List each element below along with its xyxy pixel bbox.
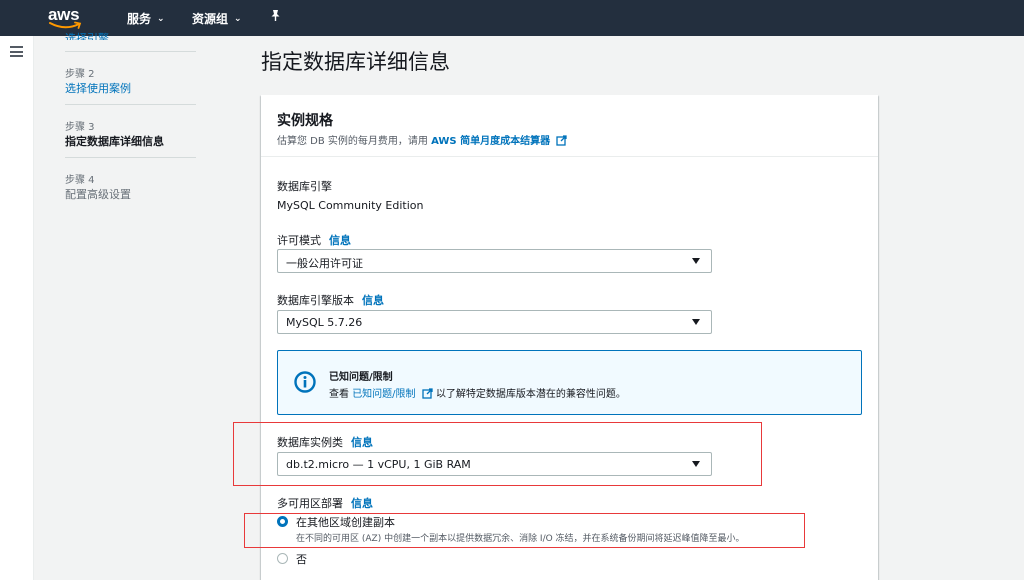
multi-az-label-text: 多可用区部署 [277,497,343,510]
instance-class-label-text: 数据库实例类 [277,436,343,449]
multi-az-label: 多可用区部署 信息 [277,495,373,511]
pin-icon[interactable] [270,9,281,22]
alert-suffix: 以了解特定数据库版本潜在的兼容性问题。 [435,389,626,400]
license-label: 许可模式 信息 [277,232,351,248]
aws-logo[interactable]: aws [48,5,88,32]
license-label-text: 许可模式 [277,234,321,247]
external-link-icon[interactable] [422,388,433,399]
resource-groups-menu[interactable]: 资源组 ⌄ [192,10,242,27]
license-select-value: 一般公用许可证 [286,257,363,270]
version-select-value: MySQL 5.7.26 [286,316,363,329]
info-circle-icon [294,371,316,393]
page-title: 指定数据库详细信息 [261,50,450,74]
step-2-link[interactable]: 选择使用案例 [65,80,131,96]
panel-description-text: 估算您 DB 实例的每月费用，请用 [277,136,428,147]
license-select[interactable]: 一般公用许可证 [277,249,712,273]
instance-spec-panel: 实例规格 估算您 DB 实例的每月费用，请用 AWS 简单月度成本结算器 数据库… [261,95,878,580]
step-2-number: 步骤 2 [65,69,95,80]
version-label-text: 数据库引擎版本 [277,294,354,307]
version-label: 数据库引擎版本 信息 [277,292,384,308]
caret-down-icon [692,258,700,264]
panel-header: 实例规格 估算您 DB 实例的每月费用，请用 AWS 简单月度成本结算器 [261,95,878,157]
instance-class-select[interactable]: db.t2.micro — 1 vCPU, 1 GiB RAM [277,452,712,476]
step-divider [65,104,196,105]
multi-az-yes-label[interactable]: 在其他区域创建副本 [296,514,395,530]
hamburger-menu-icon[interactable] [10,46,23,57]
resource-groups-label: 资源组 [192,12,229,26]
instance-class-info-link[interactable]: 信息 [351,436,373,449]
multi-az-info-link[interactable]: 信息 [351,497,373,510]
top-navigation: aws 服务 ⌄ 资源组 ⌄ [0,0,1024,36]
chevron-down-icon: ⌄ [234,13,242,24]
side-menu-strip [0,36,34,580]
version-info-link[interactable]: 信息 [362,294,384,307]
known-issues-alert: 已知问题/限制 查看 已知问题/限制 以了解特定数据库版本潜在的兼容性问题。 [277,350,862,415]
instance-class-select-value: db.t2.micro — 1 vCPU, 1 GiB RAM [286,458,471,471]
step-4-number: 步骤 4 [65,175,95,186]
instance-class-label: 数据库实例类 信息 [277,434,373,450]
caret-down-icon [692,461,700,467]
alert-body: 查看 已知问题/限制 以了解特定数据库版本潜在的兼容性问题。 [329,385,626,400]
step-3-number: 步骤 3 [65,122,95,133]
step-divider [65,157,196,158]
panel-description: 估算您 DB 实例的每月费用，请用 AWS 简单月度成本结算器 [277,132,567,147]
caret-down-icon [692,319,700,325]
services-menu[interactable]: 服务 ⌄ [127,10,165,27]
panel-title: 实例规格 [277,113,333,129]
multi-az-yes-description: 在不同的可用区 (AZ) 中创建一个副本以提供数据冗余、消除 I/O 冻结，并在… [296,534,745,544]
license-info-link[interactable]: 信息 [329,234,351,247]
step-divider [65,51,196,52]
multi-az-yes-radio[interactable] [277,516,288,527]
version-select[interactable]: MySQL 5.7.26 [277,310,712,334]
engine-label: 数据库引擎 [277,180,332,193]
alert-prefix: 查看 [329,389,349,400]
step-4-label: 配置高级设置 [65,188,131,201]
cost-calculator-link[interactable]: AWS 简单月度成本结算器 [431,136,550,147]
step-3-current: 指定数据库详细信息 [65,135,164,148]
multi-az-no-label[interactable]: 否 [296,551,307,567]
alert-title: 已知问题/限制 [329,372,393,383]
multi-az-no-radio[interactable] [277,553,288,564]
known-issues-link[interactable]: 已知问题/限制 [352,389,415,400]
services-label: 服务 [127,12,152,26]
aws-smile-icon [49,21,82,29]
engine-value: MySQL Community Edition [277,199,424,212]
chevron-down-icon: ⌄ [157,13,165,24]
external-link-icon[interactable] [556,135,567,146]
step-1-link[interactable]: 选择引擎 [65,30,109,40]
